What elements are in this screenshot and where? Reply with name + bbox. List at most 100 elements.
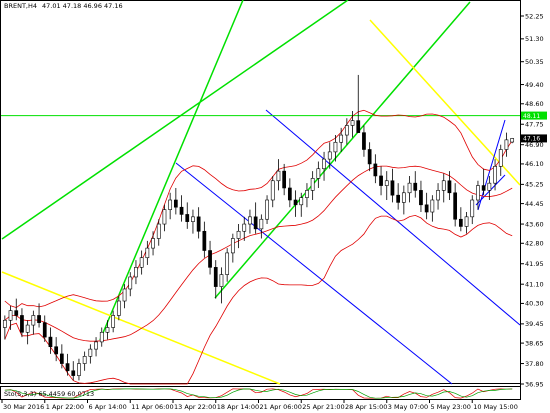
ohlc-label: 47.01 47.18 46.96 47.16	[42, 2, 123, 10]
candle-body-down	[253, 216, 258, 230]
candle-body-down	[65, 363, 70, 372]
y-tick-label: 47.75	[525, 121, 544, 129]
candle-body-up	[487, 182, 492, 191]
candle-body-down	[71, 370, 76, 376]
candle-body-up	[145, 247, 150, 259]
candle-body-up	[242, 223, 247, 232]
candle-body-down	[282, 170, 287, 189]
chart-root: 48.11 47.16 52.25 51.30 50.35 49.40 48.60 47.7…	[0, 0, 550, 413]
candle-body-down	[293, 199, 298, 206]
candle-body-up	[401, 192, 406, 203]
candle-body-down	[447, 180, 452, 194]
candle-body-up	[407, 182, 412, 194]
candle-body-up	[230, 238, 235, 254]
x-tick-label: 3 May 07:00	[388, 403, 428, 411]
candle-body-up	[31, 315, 36, 326]
candle-body-up	[111, 315, 116, 328]
x-tick-label: 1 Apr 22:00	[46, 403, 84, 411]
candle-body-down	[42, 322, 47, 338]
candle-body-down	[179, 206, 184, 215]
candle-body-down	[185, 214, 190, 222]
candle-body-up	[350, 120, 355, 126]
candle-body-down	[356, 120, 361, 133]
candle-body-up	[156, 223, 161, 239]
candle-body-down	[37, 315, 41, 323]
candle-body-up	[2, 319, 7, 328]
candle-body-up	[88, 348, 93, 357]
y-tick-label: 36.95	[525, 380, 544, 388]
candle-body-down	[213, 267, 218, 287]
x-tick-label: 18 Apr 14:00	[217, 403, 259, 411]
candle-body-up	[128, 276, 133, 290]
x-tick-label: 21 Apr 06:00	[260, 403, 302, 411]
candle-body-up	[265, 199, 269, 220]
candle-body-up	[191, 216, 195, 222]
candle-body-up	[134, 267, 138, 278]
y-tick-label: 49.40	[525, 81, 544, 89]
y-tick-label: 46.10	[525, 160, 544, 168]
candle-body-up	[151, 238, 155, 249]
candle-body-down	[196, 216, 201, 232]
candle-body-up	[162, 209, 167, 225]
x-axis: 30 Mar 2016 1 Apr 22:00 6 Apr 14:00 11 Apr …	[1, 400, 518, 411]
x-tick-label: 30 Mar 2016	[3, 403, 44, 411]
candle-body-up	[322, 158, 326, 170]
y-tick-label: 48.60	[525, 100, 544, 108]
candle-body-up	[105, 327, 110, 333]
candle-body-down	[419, 190, 423, 206]
candle-body-down	[54, 346, 59, 355]
chart-svg: 48.1147.16 52.2551.3050.3549.4048.6047.7…	[0, 0, 547, 411]
y-tick-label: 50.35	[525, 58, 544, 66]
y-tick-label: 41.10	[525, 280, 544, 288]
candle-body-up	[339, 134, 344, 143]
x-tick-label: 6 Apr 14:00	[89, 403, 127, 411]
candle-body-down	[20, 315, 24, 333]
candle-body-down	[453, 192, 458, 220]
candle-body-up	[270, 180, 275, 201]
candle-body-up	[99, 331, 104, 343]
y-tick-label: 39.45	[525, 320, 544, 328]
level-badge-label: 48.11	[523, 113, 540, 120]
candle-body-down	[424, 204, 429, 213]
indicator-label: Sto(5,3,3) 65.4459 60.0713	[4, 390, 94, 398]
candle-body-up	[116, 300, 121, 316]
candle-body-up	[305, 190, 309, 198]
candle-body-up	[82, 356, 87, 364]
y-tick-label: 44.45	[525, 200, 544, 208]
candle-body-down	[208, 250, 212, 268]
candle-body-down	[202, 230, 207, 251]
candle-body-down	[458, 218, 463, 227]
candle-body-up	[327, 151, 332, 160]
main-plot-frame	[0, 0, 521, 384]
candle-body-down	[413, 182, 418, 191]
y-tick-label: 41.95	[525, 260, 544, 268]
candle-body-up	[498, 149, 503, 167]
candle-body-down	[379, 175, 383, 186]
candle-body-up	[441, 180, 446, 191]
candle-body-up	[430, 199, 435, 213]
candle-body-up	[77, 363, 81, 376]
y-tick-label: 51.30	[525, 35, 544, 43]
candle-body-down	[287, 187, 292, 201]
y-tick-label: 45.25	[525, 181, 544, 189]
candle-body-up	[299, 197, 304, 206]
x-tick-label: 5 May 23:00	[431, 403, 471, 411]
y-tick-label: 37.80	[525, 360, 544, 368]
candle-body-up	[344, 125, 349, 136]
y-tick-label: 46.90	[525, 141, 544, 149]
candle-body-down	[362, 132, 366, 150]
candle-body-up	[225, 252, 230, 275]
candle-body-up	[276, 170, 281, 182]
x-tick-label: 28 Apr 15:00	[345, 403, 387, 411]
candle-body-up	[236, 230, 241, 239]
candle-body-up	[504, 139, 509, 150]
x-tick-label: 13 Apr 22:00	[174, 403, 216, 411]
candle-body-up	[259, 218, 264, 230]
candle-body-up	[248, 216, 252, 225]
candle-body-down	[14, 310, 19, 316]
candle-body-up	[168, 199, 173, 210]
candle-body-down	[173, 199, 178, 208]
candle-body-down	[396, 194, 401, 203]
candle-body-up	[310, 178, 315, 191]
x-tick-label: 25 Apr 21:00	[302, 403, 344, 411]
